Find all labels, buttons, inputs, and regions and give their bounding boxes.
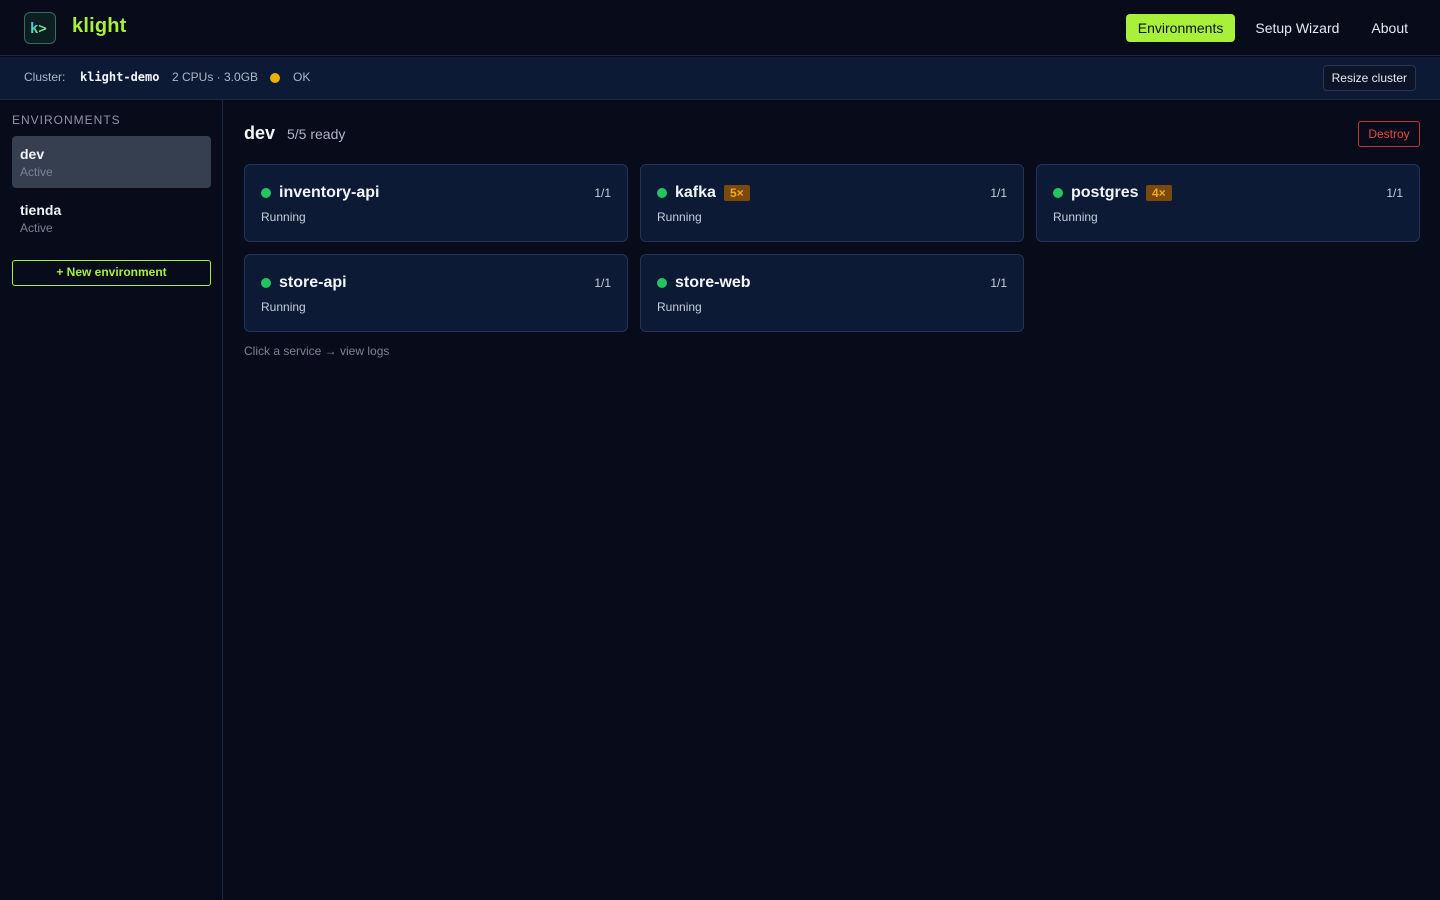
nav-setup-wizard[interactable]: Setup Wizard [1243,14,1351,42]
service-name: kafka [675,184,716,201]
replica-count: 1/1 [594,186,611,200]
service-name: inventory-api [279,184,380,201]
page-title: dev [244,123,276,143]
running-status-dot-icon [261,278,271,288]
replica-count: 1/1 [990,186,1007,200]
env-name: dev [20,146,45,162]
main-nav: Environments Setup Wizard About [1125,14,1420,42]
cluster-bar: Cluster: klight-demo 2 CPUs · 3.0GB OK R… [0,57,1440,100]
app-brand[interactable]: klight [72,15,127,38]
resize-cluster-button[interactable]: Resize cluster [1322,65,1416,91]
destroy-button[interactable]: Destroy [1358,121,1420,147]
service-status: Running [657,300,702,314]
sidebar-item-tienda[interactable]: tienda Active [12,192,211,244]
restart-badge: 4× [1146,185,1172,201]
service-status: Running [261,300,306,314]
service-name: store-api [279,274,347,291]
nav-about[interactable]: About [1359,14,1420,42]
ready-count: 5/5 ready [287,126,346,142]
env-status: Active [20,221,53,235]
service-card-inventory-api[interactable]: inventory-api 1/1 Running [244,164,628,242]
top-bar: k> klight Environments Setup Wizard Abou… [0,0,1440,56]
replica-count: 1/1 [990,276,1007,290]
service-card-postgres[interactable]: postgres 4× 1/1 Running [1036,164,1420,242]
running-status-dot-icon [657,278,667,288]
service-status: Running [261,210,306,224]
sidebar-item-dev[interactable]: dev Active [12,136,211,188]
cluster-status: OK [293,70,311,84]
service-card-store-web[interactable]: store-web 1/1 Running [640,254,1024,332]
running-status-dot-icon [1053,188,1063,198]
cluster-status-dot-icon [270,73,280,83]
service-card-kafka[interactable]: kafka 5× 1/1 Running [640,164,1024,242]
running-status-dot-icon [657,188,667,198]
cluster-label: Cluster: [24,70,66,84]
replica-count: 1/1 [1386,186,1403,200]
env-status: Active [20,165,53,179]
restart-badge: 5× [724,185,750,201]
logs-hint: Click a service → view logs [244,344,390,358]
running-status-dot-icon [261,188,271,198]
service-card-store-api[interactable]: store-api 1/1 Running [244,254,628,332]
nav-environments[interactable]: Environments [1125,14,1236,42]
cluster-name: klight-demo [80,70,160,84]
env-name: tienda [20,202,62,218]
service-status: Running [657,210,702,224]
cluster-spec: 2 CPUs · 3.0GB [172,70,259,84]
new-environment-button[interactable]: + New environment [12,260,211,286]
app-logo-icon[interactable]: k> [24,12,56,44]
service-name: store-web [675,274,751,291]
logo-glyph: k> [30,21,47,37]
sidebar: ENVIRONMENTS dev Active tienda Active + … [0,100,223,900]
service-name: postgres [1071,184,1139,201]
sidebar-heading: ENVIRONMENTS [12,113,121,127]
service-status: Running [1053,210,1098,224]
replica-count: 1/1 [594,276,611,290]
